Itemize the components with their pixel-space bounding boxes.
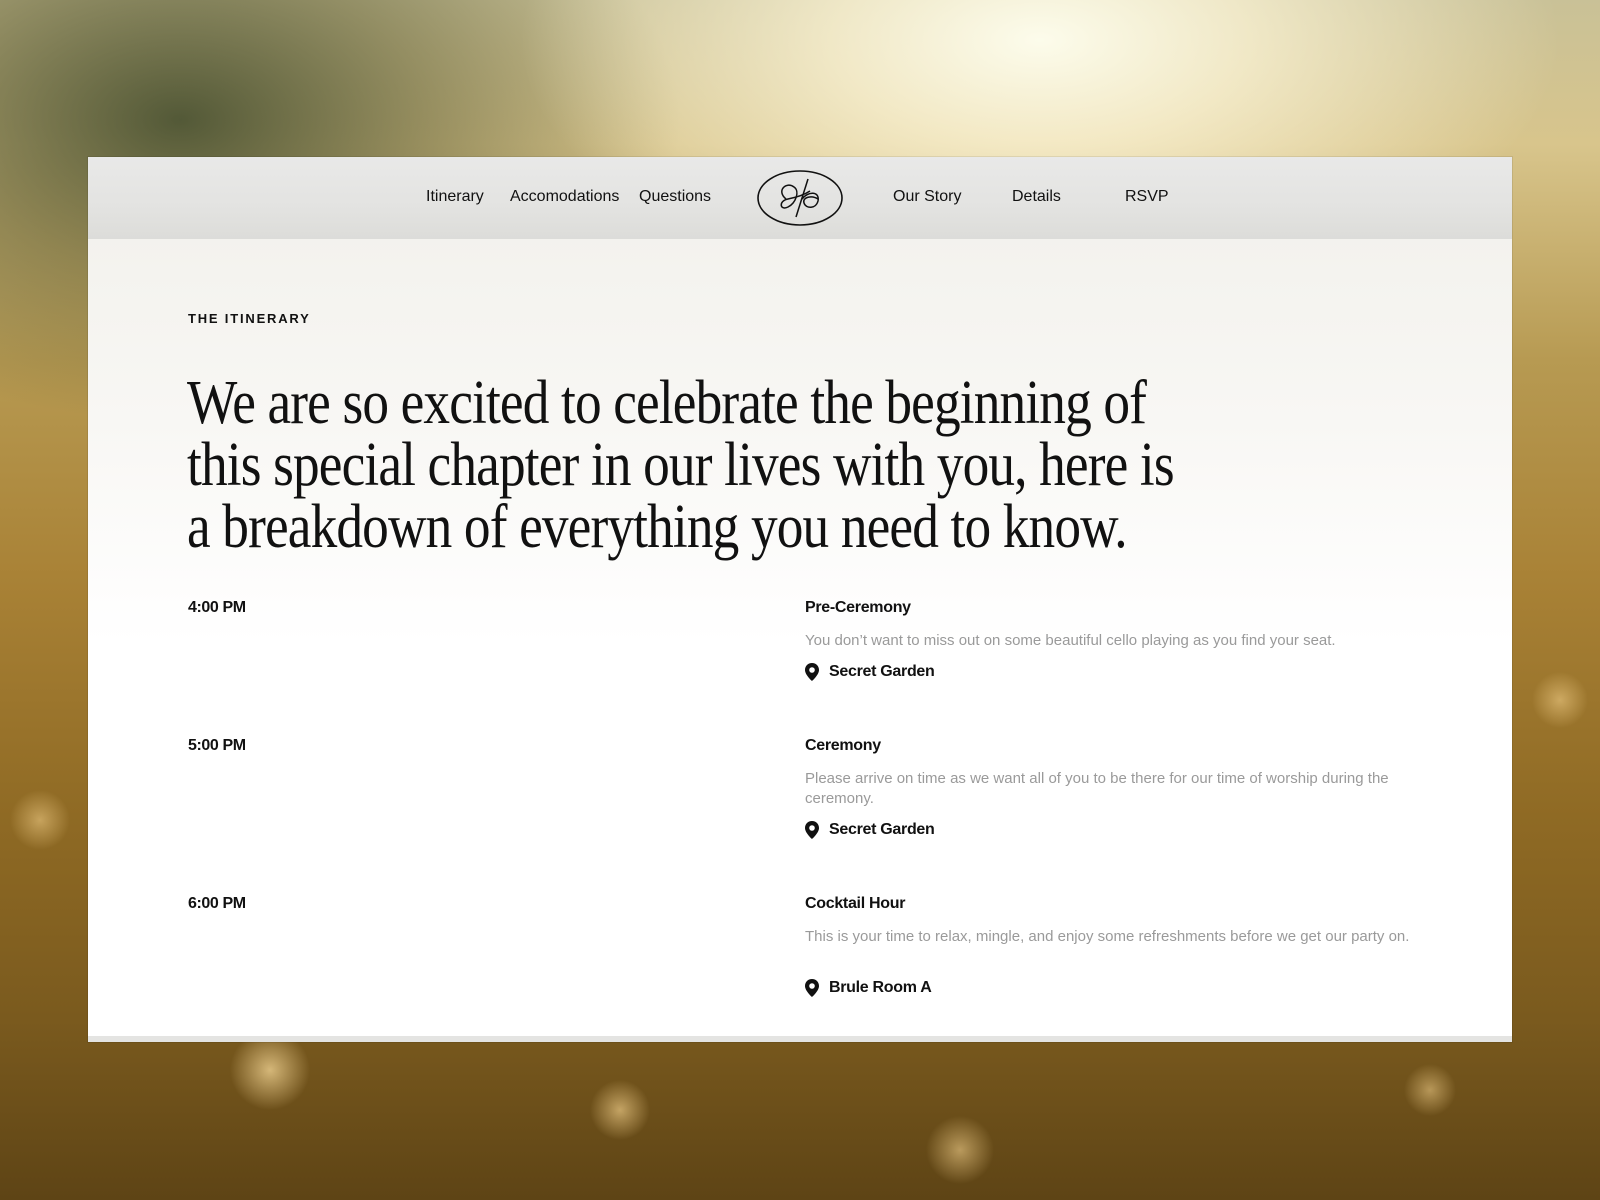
monogram-logo-icon[interactable] bbox=[756, 169, 844, 227]
event-location[interactable]: Secret Garden bbox=[805, 663, 935, 681]
card-bottom-edge bbox=[88, 1036, 1512, 1042]
event-title: Pre-Ceremony bbox=[805, 599, 911, 616]
event-description: You don’t want to miss out on some beaut… bbox=[805, 632, 1336, 649]
nav-link-questions[interactable]: Questions bbox=[639, 188, 711, 206]
event-description: This is your time to relax, mingle, and … bbox=[805, 928, 1410, 945]
headline-line: a breakdown of everything you need to kn… bbox=[187, 493, 1128, 561]
event-location[interactable]: Brule Room A bbox=[805, 979, 932, 997]
nav-link-details[interactable]: Details bbox=[1012, 188, 1061, 206]
headline-line: this special chapter in our lives with y… bbox=[187, 431, 1175, 499]
event-title: Cocktail Hour bbox=[805, 895, 906, 912]
nav-link-our-story[interactable]: Our Story bbox=[893, 188, 961, 206]
map-pin-icon bbox=[805, 663, 819, 681]
map-pin-icon bbox=[805, 979, 819, 997]
event-location-label: Brule Room A bbox=[829, 979, 932, 996]
section-headline: We are so excited to celebrate the begin… bbox=[187, 372, 1253, 558]
top-navigation: Itinerary Accomodations Questions Our St… bbox=[88, 157, 1512, 239]
nav-link-rsvp[interactable]: RSVP bbox=[1125, 188, 1169, 206]
nav-link-accomodations[interactable]: Accomodations bbox=[510, 188, 619, 206]
headline-line: We are so excited to celebrate the begin… bbox=[187, 369, 1147, 437]
event-location[interactable]: Secret Garden bbox=[805, 821, 935, 839]
event-location-label: Secret Garden bbox=[829, 663, 935, 680]
event-location-label: Secret Garden bbox=[829, 821, 935, 838]
nav-link-itinerary[interactable]: Itinerary bbox=[426, 188, 484, 206]
itinerary-card: Itinerary Accomodations Questions Our St… bbox=[88, 157, 1512, 1042]
event-description: Please arrive on time as we want all of … bbox=[805, 770, 1389, 807]
section-eyebrow: THE ITINERARY bbox=[188, 311, 311, 326]
event-time: 5:00 PM bbox=[188, 737, 246, 754]
event-time: 4:00 PM bbox=[188, 599, 246, 616]
event-time: 6:00 PM bbox=[188, 895, 246, 912]
map-pin-icon bbox=[805, 821, 819, 839]
event-title: Ceremony bbox=[805, 737, 881, 754]
